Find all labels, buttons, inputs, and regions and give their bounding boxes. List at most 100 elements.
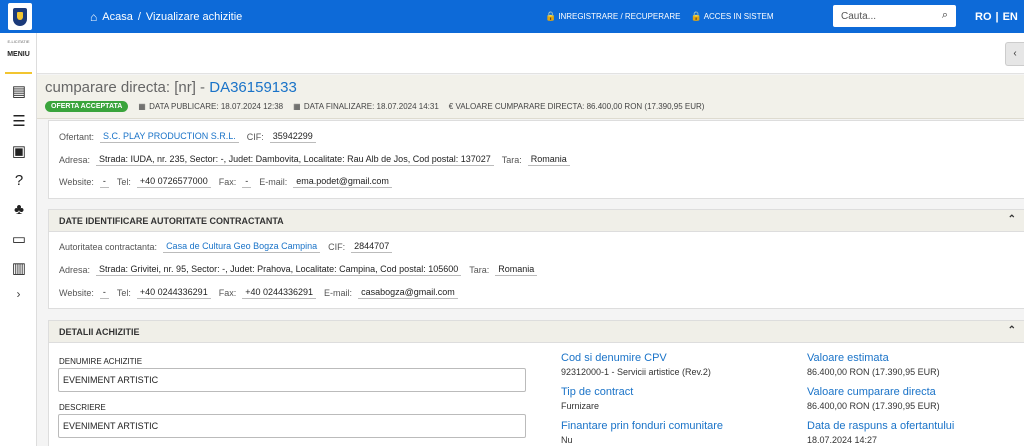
menu-toggle[interactable]: MENIU [0,51,37,58]
procurement-code: DA36159133 [209,79,297,96]
title-prefix: cumparare directa: [nr] - [45,79,210,96]
authority-contact-row: Website: - Tel: +40 0244336291 Fax: +40 … [59,287,466,299]
help-icon[interactable]: ? [10,171,28,189]
ofertant-tel: +40 0726577000 [136,176,211,188]
search-icon[interactable]: ⌕ [942,9,948,22]
cif-label: CIF: [246,132,264,142]
details-panel: DETALII ACHIZITIE ⌃ DENUMIRE ACHIZITIE E… [48,320,1024,446]
content-toolbar: ‹ [37,33,1024,74]
site-logo[interactable] [8,3,32,30]
building-icon[interactable]: ▥ [10,259,28,277]
catalog-icon[interactable]: ▣ [10,142,28,160]
breadcrumb-home[interactable]: Acasa [102,11,133,23]
details-heading: DETALII ACHIZITIE [59,326,140,337]
address-label: Adresa: [59,155,91,165]
calendar-icon: ▦ [138,102,146,111]
direct-value: € VALOARE CUMPARARE DIRECTA: 86.400,00 R… [448,102,705,111]
status-badge: OFERTA ACCEPTATA [45,101,129,112]
ofertant-contact-row: Website: - Tel: +40 0726577000 Fax: - E-… [59,176,400,188]
search-box: ⌕ [833,5,956,27]
chevron-up-icon[interactable]: ⌃ [1008,214,1016,225]
authority-country: Romania [495,264,538,276]
chevron-up-icon[interactable]: ⌃ [1008,325,1016,336]
lang-en[interactable]: EN [1003,11,1018,23]
details-panel-header[interactable]: DETALII ACHIZITIE ⌃ [49,321,1024,343]
estimated-value: 86.400,00 RON (17.390,95 EUR) [807,367,940,377]
fax-label: Fax: [218,177,237,187]
lock-icon: 🔒 [690,11,702,21]
lang-separator: | [995,10,999,23]
authority-name[interactable]: Casa de Cultura Geo Bogza Campina [163,241,321,253]
ofertant-name[interactable]: S.C. PLAY PRODUCTION S.R.L. [100,131,239,143]
estimated-value-title: Valoare estimata [807,352,889,364]
breadcrumb-separator: / [137,10,141,23]
ofertant-address-row: Adresa: Strada: IUDA, nr. 235, Sector: -… [59,154,578,166]
rail-brand: E-LICITATIE [7,39,30,44]
procurement-header: cumparare directa: [nr] - DA36159133 OFE… [37,75,1024,119]
finalize-date-text: DATA FINALIZARE: 18.07.2024 14:31 [303,102,439,111]
procurement-name-label: DENUMIRE ACHIZITIE [59,357,143,366]
authority-fax: +40 0244336291 [242,287,317,299]
website-label: Website: [59,177,94,187]
description-label: DESCRIERE [59,403,106,412]
ofertant-name-row: Ofertant: S.C. PLAY PRODUCTION S.R.L. CI… [59,131,324,143]
cpv-value: 92312000-1 - Servicii artistice (Rev.2) [561,367,711,377]
auth-links: 🔒 INREGISTRARE / RECUPERARE 🔒 ACCES IN SIS… [545,0,773,33]
email-label: E-mail: [259,177,288,187]
menu-underline [5,72,32,74]
ofertant-panel: Ofertant: S.C. PLAY PRODUCTION S.R.L. CI… [48,120,1024,199]
ofertant-website: - [99,176,109,188]
publish-date: ▦ DATA PUBLICARE: 18.07.2024 12:38 [138,102,283,111]
search-input[interactable] [841,10,931,22]
country-label: Tara: [501,155,522,165]
eu-funding-title: Finantare prin fonduri comunitare [561,420,724,432]
authority-heading: DATE IDENTIFICARE AUTORITATE CONTRACTANT… [59,215,284,226]
collapse-panel-button[interactable]: ‹ [1005,42,1024,66]
authority-cif: 2844707 [351,241,393,253]
authority-email: casabogza@gmail.com [358,287,458,299]
register-label: INREGISTRARE / RECUPERARE [558,12,681,21]
authority-address: Strada: Grivitei, nr. 95, Sector: -, Jud… [96,264,462,276]
direct-value-title: Valoare cumparare directa [807,386,936,398]
rail-expand-icon[interactable]: › [0,287,37,301]
breadcrumb-current: Vizualizare achizitie [145,10,243,23]
contract-type-value: Furnizare [561,401,600,411]
response-date-value: 18.07.2024 14:27 [807,435,878,445]
ofertant-country: Romania [527,154,570,166]
authority-panel: DATE IDENTIFICARE AUTORITATE CONTRACTANT… [48,209,1024,309]
contract-type-title: Tip de contract [561,386,634,398]
cif-label: CIF: [328,242,346,252]
ofertant-email: ema.podet@gmail.com [293,176,392,188]
contact-card-icon[interactable]: ▭ [10,230,28,248]
register-link[interactable]: 🔒 INREGISTRARE / RECUPERARE [545,11,680,22]
ofertant-label: Ofertant: [59,132,95,142]
lang-ro[interactable]: RO [975,11,992,23]
page-title: cumparare directa: [nr] - DA36159133 [45,79,297,96]
sidebar-menu: E-LICITATIE MENIU ▤ ☰ ▣ ? ♣ ▭ ▥ › [0,33,37,446]
ofertant-fax: - [242,176,252,188]
cpv-title: Cod si denumire CPV [561,352,667,364]
authority-address-row: Adresa: Strada: Grivitei, nr. 95, Sector… [59,264,545,276]
authority-website: - [99,287,109,299]
tel-label: Tel: [116,288,131,298]
address-label: Adresa: [59,265,91,275]
ofertant-cif: 35942299 [269,131,316,143]
home-icon[interactable]: ⌂ [90,10,97,24]
fax-label: Fax: [218,288,237,298]
tel-label: Tel: [116,177,131,187]
header-meta: OFERTA ACCEPTATA ▦ DATA PUBLICARE: 18.07… [45,101,704,112]
document-icon[interactable]: ▤ [10,82,28,100]
login-link[interactable]: 🔒 ACCES IN SISTEM [690,11,773,22]
website-label: Website: [59,288,94,298]
authority-panel-header[interactable]: DATE IDENTIFICARE AUTORITATE CONTRACTANT… [49,210,1024,232]
response-date-title: Data de raspuns a ofertantului [807,420,955,432]
login-label: ACCES IN SISTEM [703,12,774,21]
authority-label: Autoritatea contractanta: [59,242,158,252]
country-label: Tara: [469,265,490,275]
list-edit-icon[interactable]: ☰ [10,112,28,130]
description-field: EVENIMENT ARTISTIC [58,414,526,438]
tree-icon[interactable]: ♣ [10,200,28,218]
breadcrumb: ⌂ Acasa / Vizualizare achizitie [90,0,242,33]
procurement-name-field: EVENIMENT ARTISTIC [58,368,526,392]
authority-name-row: Autoritatea contractanta: Casa de Cultur… [59,241,400,253]
